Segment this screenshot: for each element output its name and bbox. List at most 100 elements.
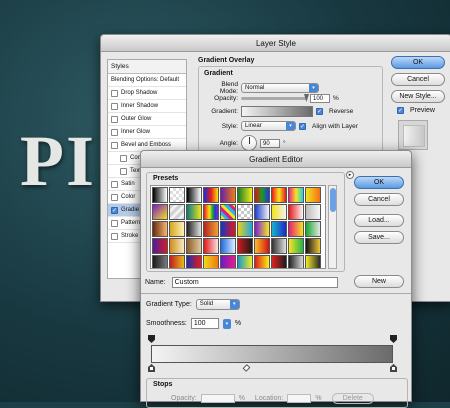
preset-swatch[interactable] — [186, 221, 202, 237]
style-item[interactable]: Drop Shadow — [108, 87, 186, 100]
preset-swatch[interactable] — [220, 204, 236, 220]
play-arrow-icon[interactable]: ▸ — [346, 171, 354, 179]
style-item-checkbox[interactable] — [111, 219, 118, 227]
preset-swatch[interactable] — [220, 255, 236, 268]
blending-options-item[interactable]: Blending Options: Default — [108, 74, 186, 87]
color-stop-right[interactable] — [390, 364, 397, 372]
preset-swatch[interactable] — [288, 187, 304, 203]
preset-swatch[interactable] — [152, 187, 168, 203]
style-item[interactable]: Inner Shadow — [108, 100, 186, 113]
preset-swatch[interactable] — [169, 221, 185, 237]
preset-swatch[interactable] — [169, 238, 185, 254]
ge-new-button[interactable]: New — [354, 275, 404, 288]
slider-knob-icon[interactable] — [304, 94, 309, 102]
preset-swatch[interactable] — [271, 255, 287, 268]
preset-swatch[interactable] — [169, 204, 185, 220]
preset-swatch[interactable] — [186, 187, 202, 203]
preset-swatch[interactable] — [254, 255, 270, 268]
preset-swatch[interactable] — [237, 255, 253, 268]
preset-swatch[interactable] — [237, 221, 253, 237]
style-item-checkbox[interactable] — [111, 102, 118, 110]
color-stop-left[interactable] — [148, 364, 155, 372]
preset-swatch[interactable] — [152, 221, 168, 237]
preset-swatch[interactable] — [203, 221, 219, 237]
midpoint-diamond[interactable] — [242, 364, 251, 372]
cancel-button[interactable]: Cancel — [391, 73, 445, 86]
style-item-checkbox[interactable] — [111, 193, 118, 201]
ge-ok-button[interactable]: OK — [354, 176, 404, 189]
preset-swatch[interactable] — [254, 204, 270, 220]
preset-swatch[interactable] — [305, 187, 321, 203]
preset-swatch[interactable] — [220, 221, 236, 237]
preset-swatch[interactable] — [186, 255, 202, 268]
preset-swatch[interactable] — [186, 238, 202, 254]
ge-load-button[interactable]: Load... — [354, 214, 404, 227]
opacity-slider[interactable] — [241, 94, 309, 102]
preset-swatch[interactable] — [237, 238, 253, 254]
preset-swatch[interactable] — [186, 204, 202, 220]
preset-swatch[interactable] — [305, 238, 321, 254]
style-item-checkbox[interactable] — [111, 115, 118, 123]
reverse-checkbox[interactable]: ✓ — [316, 108, 323, 115]
preset-swatch[interactable] — [169, 255, 185, 268]
preset-swatch[interactable] — [254, 221, 270, 237]
delete-button[interactable]: Delete — [331, 393, 374, 404]
preset-swatch[interactable] — [152, 204, 168, 220]
opacity-stop-left[interactable] — [148, 335, 155, 343]
style-item-checkbox[interactable] — [111, 232, 118, 240]
style-item-checkbox[interactable]: ✓ — [111, 206, 118, 214]
preview-checkbox[interactable]: ✓ — [397, 107, 404, 114]
align-checkbox[interactable]: ✓ — [299, 122, 306, 130]
style-item-checkbox[interactable] — [120, 154, 127, 162]
style-item-checkbox[interactable] — [111, 128, 118, 136]
preset-swatch[interactable] — [152, 238, 168, 254]
preset-swatch[interactable] — [254, 187, 270, 203]
preset-swatch[interactable] — [254, 238, 270, 254]
angle-field[interactable]: 90 — [260, 138, 280, 148]
preset-swatch[interactable] — [288, 221, 304, 237]
preset-swatch[interactable] — [203, 204, 219, 220]
style-item-checkbox[interactable] — [111, 180, 118, 188]
preset-swatch[interactable] — [288, 238, 304, 254]
ge-save-button[interactable]: Save... — [354, 231, 404, 244]
layer-style-title[interactable]: Layer Style — [101, 35, 450, 52]
preset-swatch[interactable] — [203, 255, 219, 268]
preset-swatch[interactable] — [169, 187, 185, 203]
gradient-preview-bar[interactable] — [151, 345, 393, 363]
preset-swatch[interactable] — [237, 187, 253, 203]
preset-swatch[interactable] — [203, 187, 219, 203]
styles-header[interactable]: Styles — [108, 60, 186, 74]
preset-swatch[interactable] — [305, 221, 321, 237]
gradient-swatch[interactable] — [241, 106, 313, 117]
preset-swatch[interactable] — [305, 204, 321, 220]
presets-scrollbar[interactable] — [328, 185, 337, 269]
style-item[interactable]: Outer Glow — [108, 113, 186, 126]
style-select[interactable]: Linear ▾ — [241, 121, 296, 131]
style-item[interactable]: Inner Glow — [108, 126, 186, 139]
scrollbar-thumb[interactable] — [330, 188, 336, 212]
preset-swatch[interactable] — [288, 255, 304, 268]
preset-swatch[interactable] — [305, 255, 321, 268]
opacity-field[interactable]: 100 — [310, 94, 330, 103]
ok-button[interactable]: OK — [391, 56, 445, 69]
gradient-editor-title[interactable]: Gradient Editor — [141, 151, 411, 168]
preset-swatch[interactable] — [152, 255, 168, 268]
ge-cancel-button[interactable]: Cancel — [354, 193, 404, 206]
preset-swatch[interactable] — [220, 187, 236, 203]
preset-swatch[interactable] — [271, 204, 287, 220]
preset-swatch[interactable] — [203, 238, 219, 254]
gradient-type-select[interactable]: Solid ▾ — [195, 299, 240, 310]
preset-swatch[interactable] — [271, 221, 287, 237]
opacity-stop-right[interactable] — [390, 335, 397, 343]
preset-swatch[interactable] — [237, 204, 253, 220]
style-item-checkbox[interactable] — [120, 167, 127, 175]
preset-swatch[interactable] — [288, 204, 304, 220]
preset-swatch[interactable] — [271, 187, 287, 203]
angle-dial-icon[interactable] — [241, 135, 257, 151]
new-style-button[interactable]: New Style... — [391, 90, 445, 103]
style-item-checkbox[interactable] — [111, 141, 118, 149]
name-field[interactable]: Custom — [171, 277, 338, 288]
style-item-checkbox[interactable] — [111, 89, 118, 97]
blend-mode-select[interactable]: Normal ▾ — [241, 83, 319, 93]
smoothness-dropdown-icon[interactable]: ▾ — [222, 318, 231, 329]
